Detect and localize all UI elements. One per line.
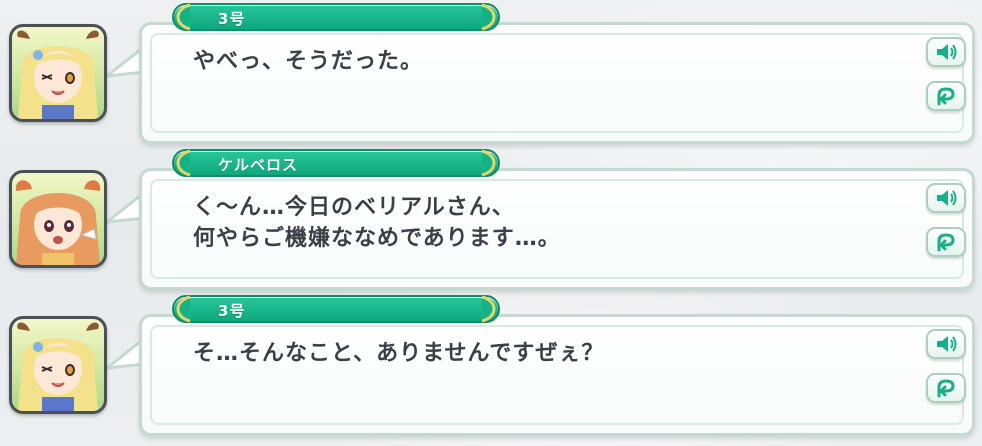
dialogue-entry: 3号 やべっ、そうだった。: [0, 0, 982, 144]
dialogue-text: く～ん…今日のベリアルさん、 何やらご機嫌ななめであります…。: [193, 195, 561, 251]
voice-button[interactable]: [926, 329, 966, 359]
replay-arrow-icon: [937, 233, 955, 252]
speaker-name: 3号: [218, 302, 246, 320]
character-avatar: [9, 24, 107, 122]
nameplate-cap-left: [176, 3, 191, 31]
speaker-nameplate: 3号: [172, 3, 500, 31]
avatar-portrait-cerberus: [15, 180, 101, 265]
replay-button[interactable]: [926, 227, 966, 257]
character-avatar: [9, 316, 107, 414]
voice-button[interactable]: [926, 183, 966, 213]
character-avatar: [9, 170, 107, 268]
replay-arrow-icon: [937, 379, 955, 398]
dialogue-entry: 3号 そ…そんなこと、ありませんですぜぇ？: [0, 292, 982, 436]
avatar-portrait-3go: [17, 322, 99, 411]
dialogue-text: やべっ、そうだった。: [193, 49, 424, 74]
speaker-nameplate: ケルベロス: [172, 149, 500, 177]
nameplate-cap-right: [481, 149, 496, 177]
dialogue-entry: ケルベロス く～ん…今日のベリアルさん、 何やらご機嫌ななめであります…。: [0, 146, 982, 290]
replay-arrow-icon: [937, 87, 955, 106]
speaker-name: ケルベロス: [218, 156, 299, 174]
nameplate-cap-right: [481, 3, 496, 31]
nameplate-cap-left: [176, 295, 191, 323]
nameplate-cap-right: [481, 295, 496, 323]
speaker-icon: [937, 44, 957, 60]
nameplate-cap-left: [176, 149, 191, 177]
speaker-nameplate: 3号: [172, 295, 500, 323]
dialogue-text: そ…そんなこと、ありませんですぜぇ？: [193, 341, 605, 366]
dialogue-bubble: [139, 314, 975, 436]
speaker-name: 3号: [218, 10, 246, 28]
replay-button[interactable]: [926, 81, 966, 111]
replay-button[interactable]: [926, 373, 966, 403]
voice-button[interactable]: [926, 37, 966, 67]
avatar-portrait-3go: [17, 30, 99, 119]
speaker-icon: [937, 190, 957, 206]
speaker-icon: [937, 336, 957, 352]
dialogue-bubble: [139, 22, 975, 144]
